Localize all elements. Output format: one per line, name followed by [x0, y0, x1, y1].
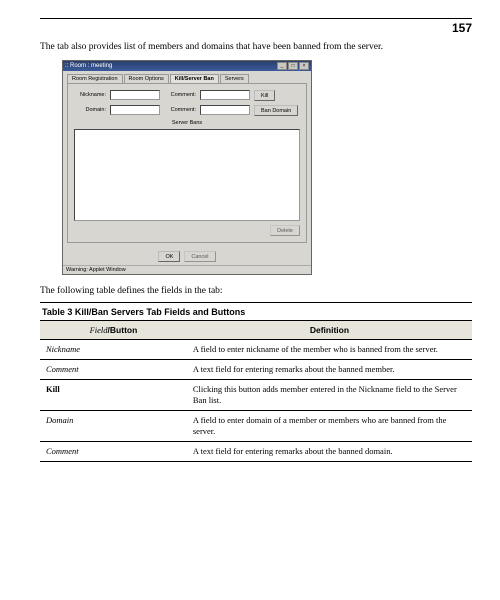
field-name-cell: Comment: [40, 441, 187, 461]
titlebar: :: Room : meeting _ □ ×: [63, 61, 311, 71]
field-name-cell: Domain: [40, 410, 187, 441]
intro-paragraph: The tab also provides list of members an…: [40, 41, 472, 54]
server-bans-label: Server Bans: [74, 120, 300, 126]
definition-cell: Clicking this button adds member entered…: [187, 379, 472, 410]
followup-paragraph: The following table defines the fields i…: [40, 285, 472, 298]
page-number: 157: [40, 21, 472, 35]
delete-button[interactable]: Delete: [270, 225, 300, 236]
definition-cell: A text field for entering remarks about …: [187, 359, 472, 379]
fields-table: Field/Button Definition NicknameA field …: [40, 320, 472, 462]
comment-label: Comment:: [164, 92, 196, 98]
nickname-input[interactable]: [110, 90, 160, 100]
comment2-label: Comment:: [164, 107, 196, 113]
table-caption: Table 3 Kill/Ban Servers Tab Fields and …: [40, 302, 472, 320]
comment-input[interactable]: [200, 90, 250, 100]
ban-domain-button[interactable]: Ban Domain: [254, 105, 298, 116]
minimize-icon: _: [277, 62, 287, 70]
comment2-input[interactable]: [200, 105, 250, 115]
tab-servers[interactable]: Servers: [220, 74, 249, 83]
definition-cell: A field to enter nickname of the member …: [187, 339, 472, 359]
tab-room-options[interactable]: Room Options: [124, 74, 169, 83]
domain-input[interactable]: [110, 105, 160, 115]
dialog-screenshot: :: Room : meeting _ □ × Room Registratio…: [62, 60, 312, 275]
col-field-button: Field/Button: [40, 320, 187, 339]
maximize-icon: □: [288, 62, 298, 70]
cancel-button[interactable]: Cancel: [184, 251, 215, 262]
nickname-label: Nickname:: [74, 92, 106, 98]
col-definition: Definition: [187, 320, 472, 339]
field-name-cell: Comment: [40, 359, 187, 379]
kill-button[interactable]: Kill: [254, 90, 275, 101]
table-row: CommentA text field for entering remarks…: [40, 441, 472, 461]
tab-strip: Room Registration Room Options Kill/Serv…: [63, 71, 311, 83]
table-row: DomainA field to enter domain of a membe…: [40, 410, 472, 441]
field-name-cell: Nickname: [40, 339, 187, 359]
definition-cell: A field to enter domain of a member or m…: [187, 410, 472, 441]
field-name-cell: Kill: [40, 379, 187, 410]
domain-label: Domain:: [74, 107, 106, 113]
table-row: NicknameA field to enter nickname of the…: [40, 339, 472, 359]
tab-kill-server-ban[interactable]: Kill/Server Ban: [170, 74, 219, 83]
status-bar: Warning: Applet Window: [63, 265, 311, 274]
table-row: CommentA text field for entering remarks…: [40, 359, 472, 379]
window-title: :: Room : meeting: [65, 63, 112, 69]
ok-button[interactable]: OK: [158, 251, 180, 262]
definition-cell: A text field for entering remarks about …: [187, 441, 472, 461]
server-bans-list[interactable]: [74, 129, 300, 221]
close-icon: ×: [299, 62, 309, 70]
tab-room-registration[interactable]: Room Registration: [67, 74, 123, 83]
table-row: KillClicking this button adds member ent…: [40, 379, 472, 410]
